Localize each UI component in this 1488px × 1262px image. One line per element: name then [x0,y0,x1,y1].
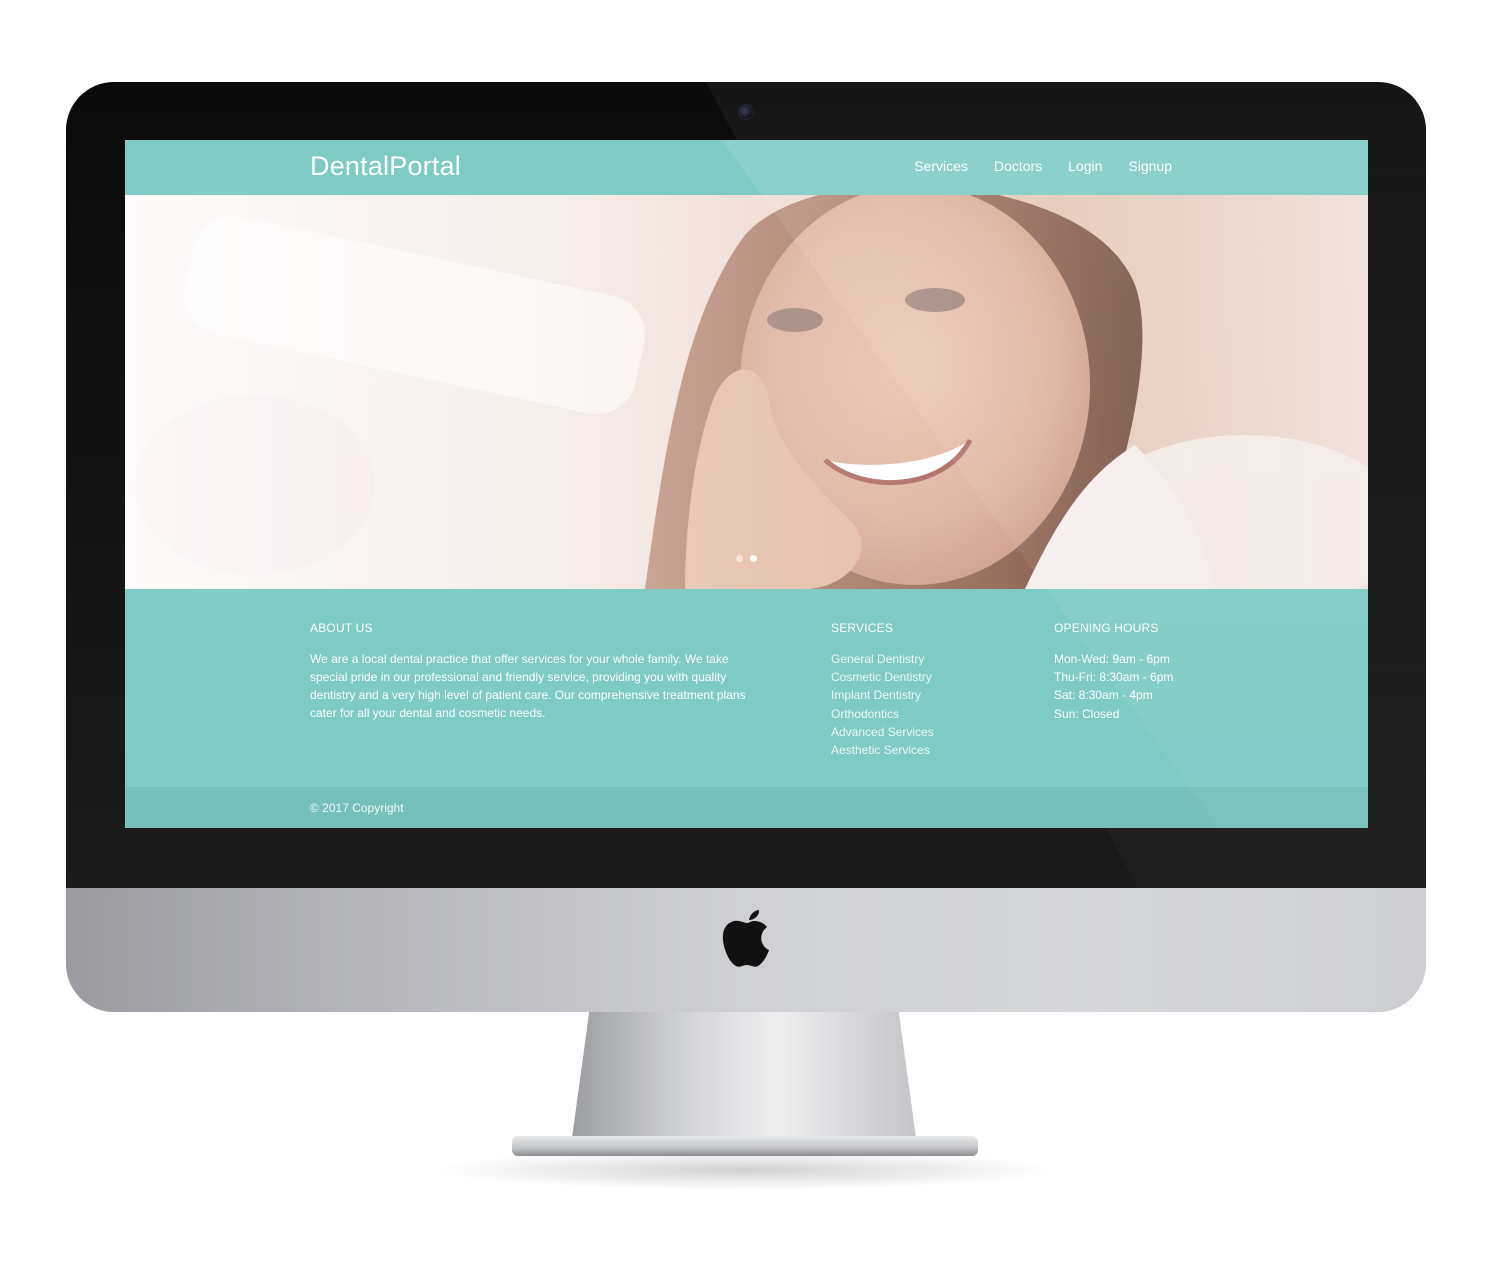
carousel-indicators [736,555,757,562]
services-heading: SERVICES [831,621,894,635]
nav-signup[interactable]: Signup [1128,157,1172,175]
carousel-dot-2[interactable] [750,555,757,562]
services-list: General Dentistry Cosmetic Dentistry Imp… [831,650,1011,759]
stand-shadow [430,1150,1060,1190]
hours-item: Mon-Wed: 9am - 6pm [1054,652,1170,666]
service-link[interactable]: Cosmetic Dentistry [831,668,1011,686]
about-section: ABOUT US We are a local dental practice … [310,620,750,722]
copyright-text: © 2017 Copyright [310,801,404,815]
service-link[interactable]: General Dentistry [831,650,1011,668]
about-heading: ABOUT US [310,621,373,635]
nav-doctors[interactable]: Doctors [994,157,1042,175]
copyright-bar: © 2017 Copyright [125,787,1368,828]
nav-login[interactable]: Login [1068,157,1102,175]
service-link[interactable]: Advanced Services [831,723,1011,741]
screen: DentalPortal Services Doctors Login Sign… [125,140,1368,828]
hours-section: OPENING HOURS Mon-Wed: 9am - 6pm Thu-Fri… [1054,620,1234,723]
hero-carousel[interactable] [125,195,1368,589]
services-section: SERVICES General Dentistry Cosmetic Dent… [831,620,1011,759]
monitor-stand-base [512,1136,978,1156]
nav-links: Services Doctors Login Signup [914,157,1172,175]
carousel-dot-1[interactable] [736,555,743,562]
imac-mockup: DentalPortal Services Doctors Login Sign… [0,0,1488,1262]
monitor-stand-neck [572,1012,916,1138]
hours-list: Mon-Wed: 9am - 6pm Thu-Fri: 8:30am - 6pm… [1054,650,1234,723]
camera-icon [738,104,754,120]
hero-image [125,195,1368,589]
nav-services[interactable]: Services [914,157,968,175]
service-link[interactable]: Implant Dentistry [831,686,1011,704]
navbar: DentalPortal Services Doctors Login Sign… [125,140,1368,195]
hours-item: Sun: Closed [1054,706,1120,721]
service-link[interactable]: Aesthetic Services [831,741,1011,759]
hours-heading: OPENING HOURS [1054,621,1159,635]
service-link[interactable]: Orthodontics [831,705,1011,723]
brand-logo[interactable]: DentalPortal [310,150,461,182]
hours-item: Sat: 8:30am - 4pm [1054,688,1153,703]
about-text: We are a local dental practice that offe… [310,652,746,720]
hours-item: Thu-Fri: 8:30am - 6pm [1054,670,1174,685]
footer-info: ABOUT US We are a local dental practice … [125,589,1368,787]
apple-logo-icon [720,908,774,970]
